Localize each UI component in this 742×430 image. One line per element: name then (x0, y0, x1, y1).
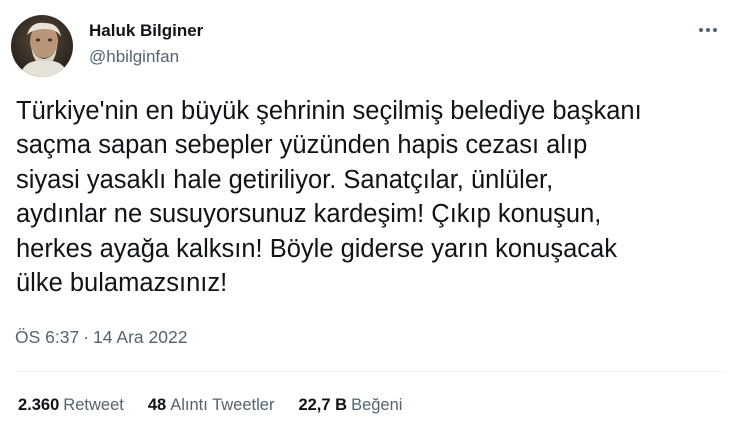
retweets-count: 2.360 (18, 396, 60, 414)
author-name[interactable]: Haluk Bilginer (89, 21, 203, 41)
author-handle[interactable]: @hbilginfan (89, 47, 179, 67)
retweets-label: Retweet (63, 396, 124, 414)
tweet-text-line: ülke bulamazsınız! (16, 269, 228, 298)
quote-tweets-label: Alıntı Tweetler (170, 396, 275, 414)
tweet-card: Haluk Bilginer @hbilginfan Türkiye'nin e… (0, 0, 742, 430)
tweet-timestamp[interactable]: ÖS 6:37 · 14 Ara 2022 (15, 326, 187, 348)
more-dot (706, 28, 710, 32)
tweet-text-line: Türkiye'nin en büyük şehrinin seçilmiş b… (16, 97, 642, 125)
tweet-stats: 2.360 Retweet 48 Alıntı Tweetler 22,7 B … (18, 394, 426, 416)
likes-count: 22,7 B (298, 396, 348, 414)
tweet-text-line: herkes ayağa kalksın! Böyle giderse yarı… (16, 234, 617, 263)
tweet-text: Türkiye'nin en büyük şehrinin seçilmiş b… (16, 94, 728, 300)
avatar-photo-icon (11, 15, 73, 77)
more-options-button[interactable] (690, 17, 726, 43)
tweet-date: 14 Ara 2022 (93, 327, 188, 347)
avatar[interactable] (11, 15, 73, 77)
tweet-text-line: siyasi yasaklı hale getiriliyor. Sanatçı… (16, 165, 554, 194)
quote-tweets-count: 48 (147, 396, 167, 414)
tweet-time: ÖS 6:37 (15, 327, 80, 347)
quote-tweets-stat[interactable]: 48 Alıntı Tweetler (148, 394, 275, 416)
likes-stat[interactable]: 22,7 B Beğeni (298, 394, 402, 416)
retweets-stat[interactable]: 2.360 Retweet (18, 394, 124, 416)
likes-label: Beğeni (351, 396, 403, 414)
divider (16, 371, 726, 372)
tweet-text-line: aydınlar ne susuyorsunuz kardeşim! Çıkıp… (16, 200, 602, 229)
more-dot (713, 28, 717, 32)
more-horizontal-icon (699, 28, 703, 32)
meta-separator: · (83, 327, 90, 347)
tweet-text-line: saçma sapan sebepler yüzünden hapis ceza… (16, 131, 588, 160)
